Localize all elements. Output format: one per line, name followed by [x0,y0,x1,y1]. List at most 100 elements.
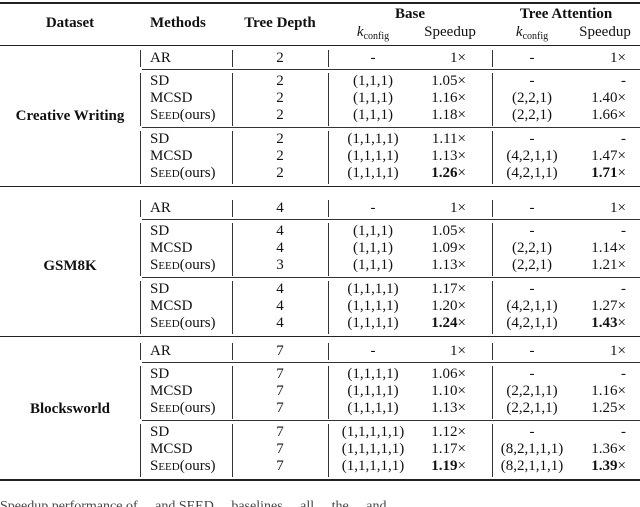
header-rule [0,45,640,46]
column-divider [140,131,141,184]
best-value: 1.19 [431,458,458,474]
dataset-name: GSM8K [43,258,97,274]
column-divider [140,50,141,67]
cell-base-k: (1,1,1) [353,73,393,89]
header-tree-depth: Tree Depth [244,15,316,31]
cell-ta-speedup: 1× [610,50,626,66]
cell-ta-k: (4,2,1,1) [506,298,558,314]
cell-ta-speedup: 1.43× [591,315,626,331]
cell-method: MCSD [150,441,193,457]
cell-ta-k: - [529,50,535,66]
cell-base-k: (1,1,1) [353,257,393,273]
cell-method: Seed(ours) [150,107,232,124]
cell-base-k: (1,1,1,1,1) [341,458,405,474]
method-suffix: (ours) [179,400,216,416]
best-value: 1.26 [431,165,458,181]
cell-base-speedup: 1.18× [431,107,466,123]
cell-base-k: (1,1,1,1) [347,165,399,181]
cell-base-speedup: 1.12× [431,424,466,440]
cell-ta-k: (8,2,1,1,1) [500,458,564,474]
cell-base-speedup: 1.17× [431,281,466,297]
cell-ta-k: - [529,200,535,216]
cell-base-k: (1,1,1,1) [347,400,399,416]
dataset-rule [0,336,640,337]
cell-base-k: (1,1,1,1) [347,148,399,164]
cell-base-k: (1,1,1,1,1) [341,424,405,440]
cell-base-speedup: 1× [450,50,466,66]
header-base-speedup: Speedup [424,24,476,40]
subgroup-rule [142,362,640,363]
cell-base-k: (1,1,1) [353,240,393,256]
cell-method: MCSD [150,298,193,314]
method-suffix: (ours) [179,107,216,123]
cell-depth: 4 [276,281,284,297]
cell-method: Seed(ours) [150,400,232,417]
cell-ta-speedup: 1.40× [591,90,626,106]
best-value: 1.39 [591,458,618,474]
cell-base-speedup: 1.13× [431,400,466,416]
cell-base-speedup: 1.24× [431,315,466,331]
cell-base-k: - [370,50,376,66]
cell-ta-speedup: 1.66× [591,107,626,123]
dataset-name: Blocksworld [29,401,110,417]
cell-ta-k: - [529,343,535,359]
subgroup-rule [142,277,640,278]
cell-ta-k: - [529,223,535,239]
cell-base-speedup: 1.26× [431,165,466,181]
k-subscript: config [363,31,390,42]
cell-ta-k: (2,2,1,1) [506,400,558,416]
cell-base-speedup: 1.10× [431,383,466,399]
cell-depth: 7 [276,458,284,474]
method-suffix: (ours) [179,257,216,273]
cell-ta-k: (4,2,1,1) [506,165,558,181]
cell-ta-k: - [529,73,535,89]
cell-depth: 7 [276,366,284,382]
cell-ta-k: (4,2,1,1) [506,315,558,331]
cell-ta-speedup: 1.36× [591,441,626,457]
column-divider [140,281,141,334]
column-divider [140,366,141,419]
k-symbol: k [515,24,523,40]
cell-ta-speedup: - [621,281,626,297]
cell-ta-k: (4,2,1,1) [506,148,558,164]
cell-ta-k: (8,2,1,1,1) [500,441,564,457]
cell-depth: 2 [276,165,284,181]
cell-method: SD [150,223,170,239]
cell-base-k: (1,1,1) [353,223,393,239]
table-caption-clipped: Speedup performance of ... and SEED ... … [0,499,401,507]
cell-base-k: (1,1,1,1) [347,366,399,382]
cell-depth: 2 [276,50,284,66]
cell-ta-k: (2,2,1,1) [506,383,558,399]
cell-depth: 2 [276,90,284,106]
method-name: Seed [150,165,180,181]
cell-base-speedup: 1× [450,200,466,216]
cell-method: MCSD [150,383,193,399]
cell-depth: 7 [276,400,284,416]
cell-base-speedup: 1.05× [431,73,466,89]
cell-depth: 2 [276,73,284,89]
cell-method: MCSD [150,90,193,106]
cell-ta-k: - [529,131,535,147]
cell-method: AR [150,343,171,359]
cell-ta-speedup: 1.25× [591,400,626,416]
cell-depth: 2 [276,131,284,147]
cell-depth: 4 [276,240,284,256]
cell-ta-speedup: - [621,131,626,147]
cell-depth: 4 [276,298,284,314]
cell-ta-speedup: 1× [610,200,626,216]
method-suffix: (ours) [179,165,216,181]
k-symbol: k [356,24,364,40]
column-divider [140,73,141,126]
cell-method: Seed(ours) [150,315,232,332]
cell-depth: 4 [276,200,284,216]
cell-base-speedup: 1.19× [431,458,466,474]
cell-method: SD [150,424,170,440]
column-divider [140,223,141,276]
cell-base-k: (1,1,1,1) [347,383,399,399]
bottom-rule [0,479,640,481]
cell-depth: 7 [276,441,284,457]
cell-ta-k: (2,2,1) [512,257,552,273]
cell-method: MCSD [150,240,193,256]
k-subscript: config [522,31,549,42]
cell-ta-speedup: 1.16× [591,383,626,399]
